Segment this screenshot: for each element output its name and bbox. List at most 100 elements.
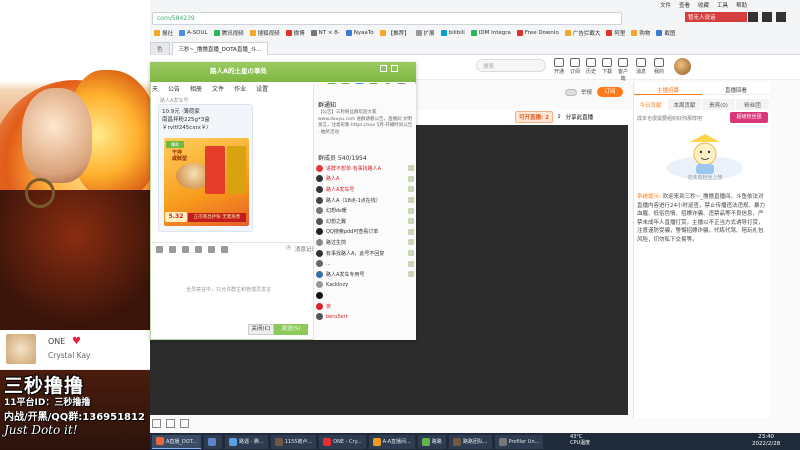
- browser-tab[interactable]: 色: [150, 42, 170, 55]
- send-button[interactable]: 发送(S): [274, 324, 308, 335]
- member-item[interactable]: 幻想ds暖: [316, 205, 414, 216]
- member-item[interactable]: 进群不想单·有事找路人A: [316, 163, 414, 174]
- bookmark[interactable]: 扩展: [415, 29, 435, 37]
- chat-header[interactable]: [150, 62, 416, 82]
- app-icon: [156, 437, 164, 445]
- share-icon[interactable]: ⇪: [557, 114, 562, 120]
- tab-week[interactable]: 本周贡献: [668, 99, 701, 110]
- chat-tab[interactable]: 设置: [256, 84, 268, 95]
- close-icon[interactable]: [391, 65, 398, 72]
- chat-tab[interactable]: 天: [152, 84, 158, 95]
- maximize-icon[interactable]: [762, 12, 772, 22]
- tab-recruit[interactable]: 主播招募: [634, 84, 702, 95]
- member-item[interactable]: 路人A: [316, 174, 414, 185]
- menu-item[interactable]: 帮助: [736, 1, 747, 9]
- taskbar-item[interactable]: 1155被卢...: [270, 434, 317, 449]
- subscribe-button[interactable]: 订阅: [597, 87, 623, 97]
- tab-replay[interactable]: 直播回看: [702, 84, 770, 95]
- emoji-icon[interactable]: [169, 246, 176, 253]
- member-item[interactable]: 路人A（18点-1点在线）: [316, 195, 414, 206]
- bookmark[interactable]: IDM Integra: [470, 29, 511, 36]
- report-link[interactable]: 举报: [581, 88, 592, 96]
- member-item[interactable]: ...: [316, 258, 414, 269]
- menu-item[interactable]: 工具: [717, 1, 728, 9]
- member-item[interactable]: 夜: [316, 301, 414, 312]
- taskbar-item[interactable]: [203, 434, 222, 449]
- member-item[interactable]: QQ搜索pdd可查看订单: [316, 227, 414, 238]
- grid-icon[interactable]: [166, 418, 175, 428]
- taskbar-item[interactable]: A-A直播间...: [368, 434, 415, 449]
- chat-tab[interactable]: 作业: [234, 84, 246, 95]
- clock[interactable]: 23:40 2022/2/28: [752, 434, 780, 448]
- bookmark[interactable]: Free Downlo: [516, 29, 559, 36]
- cpu-temp[interactable]: 43°C CPU温度: [570, 434, 590, 446]
- header-icon-message[interactable]: 消息: [634, 58, 648, 75]
- header-icon-mine[interactable]: 我的: [652, 58, 666, 75]
- close-icon[interactable]: [776, 12, 786, 22]
- fan-club-badge[interactable]: 超级粉丝团: [730, 112, 768, 123]
- minimize-icon[interactable]: [748, 12, 758, 22]
- toggle-switch[interactable]: [565, 88, 577, 96]
- taskbar-item[interactable]: Profiler Un...: [494, 434, 544, 449]
- avatar[interactable]: [674, 58, 691, 75]
- member-item[interactable]: ·: [316, 290, 414, 301]
- video-player-area[interactable]: [418, 125, 628, 415]
- member-item[interactable]: 路过生煎: [316, 237, 414, 248]
- address-bar[interactable]: com/584239: [152, 12, 622, 25]
- menu-item[interactable]: 查看: [679, 1, 690, 9]
- chat-tab[interactable]: 文件: [212, 84, 224, 95]
- bookmark[interactable]: 截图: [656, 29, 675, 37]
- notice-body[interactable]: 【公告】三秒粉丝群欢迎大家 www.douyu.com 进群请看公告，直播间 文…: [318, 110, 413, 136]
- header-icon-client[interactable]: 客户端: [616, 58, 630, 82]
- more-icon[interactable]: [221, 246, 228, 253]
- search-input[interactable]: 搜索: [476, 59, 546, 72]
- alert-button[interactable]: 暂无人说话: [685, 12, 747, 22]
- bookmark[interactable]: 微博: [285, 29, 305, 37]
- bookmark[interactable]: A-SOUL: [179, 29, 208, 36]
- taskbar-item[interactable]: ONE - Cry...: [319, 434, 366, 449]
- member-item[interactable]: 幻想之翼: [316, 216, 414, 227]
- member-item[interactable]: Kackinzy: [316, 280, 414, 291]
- bookmark[interactable]: 阿里: [606, 29, 625, 37]
- image-icon[interactable]: [208, 246, 215, 253]
- bookmark[interactable]: 报社: [154, 29, 173, 37]
- bookmark[interactable]: NT × 8-: [310, 29, 340, 36]
- taskbar-item[interactable]: A直播_DOT...: [152, 434, 201, 449]
- browser-tab-active[interactable]: 三秒~_撸撸直播_DOTA直播_斗...: [171, 42, 269, 55]
- bookmark[interactable]: 腾讯视频: [213, 29, 244, 37]
- bookmark[interactable]: 搜狐视频: [249, 29, 280, 37]
- bookmark[interactable]: 广告拦截大: [564, 29, 600, 37]
- taskbar-item[interactable]: 路路: [417, 434, 446, 449]
- member-item[interactable]: 有事找路人A，此号不回复: [316, 248, 414, 259]
- history-icon[interactable]: ◷: [286, 245, 291, 253]
- font-icon[interactable]: [156, 246, 163, 253]
- tab-fans[interactable]: 粉丝团: [736, 99, 769, 110]
- minimize-icon[interactable]: [380, 65, 387, 72]
- member-item[interactable]: 路人A发车号: [316, 184, 414, 195]
- menu-item[interactable]: 收藏: [698, 1, 709, 9]
- menu-item[interactable]: 文件: [660, 1, 671, 9]
- header-icon-subscribe[interactable]: 订阅: [568, 58, 582, 75]
- bookmark[interactable]: NyaaTo: [345, 29, 374, 36]
- header-icon-open[interactable]: 开通: [552, 58, 566, 75]
- bookmark[interactable]: 【推荐】: [379, 29, 410, 37]
- header-icon-history[interactable]: 历史: [584, 58, 598, 75]
- taskbar-item[interactable]: 路遇 - 腾...: [224, 434, 268, 449]
- tab-today[interactable]: 今日贡献: [634, 99, 667, 110]
- header-icon-download[interactable]: 下载: [600, 58, 614, 75]
- bookmark[interactable]: bilibili: [440, 29, 465, 36]
- tab-vip[interactable]: 贵宾(0): [702, 99, 735, 110]
- avatar: [316, 175, 323, 183]
- taskbar-item[interactable]: 路路团队...: [448, 434, 492, 449]
- scissors-icon[interactable]: [182, 246, 189, 253]
- fullscreen-icon[interactable]: [180, 418, 189, 428]
- chat-tab[interactable]: 公告: [168, 84, 180, 95]
- window-icon[interactable]: [152, 418, 161, 428]
- member-item[interactable]: 路人A发车专用号: [316, 269, 414, 280]
- bookmark[interactable]: 购物: [631, 29, 650, 37]
- close-button[interactable]: 关闭(C): [248, 324, 274, 335]
- file-icon[interactable]: [195, 246, 202, 253]
- share-link[interactable]: 分享此直播: [566, 113, 594, 121]
- member-item[interactable]: beru5ert: [316, 311, 414, 322]
- chat-tab[interactable]: 相册: [190, 84, 202, 95]
